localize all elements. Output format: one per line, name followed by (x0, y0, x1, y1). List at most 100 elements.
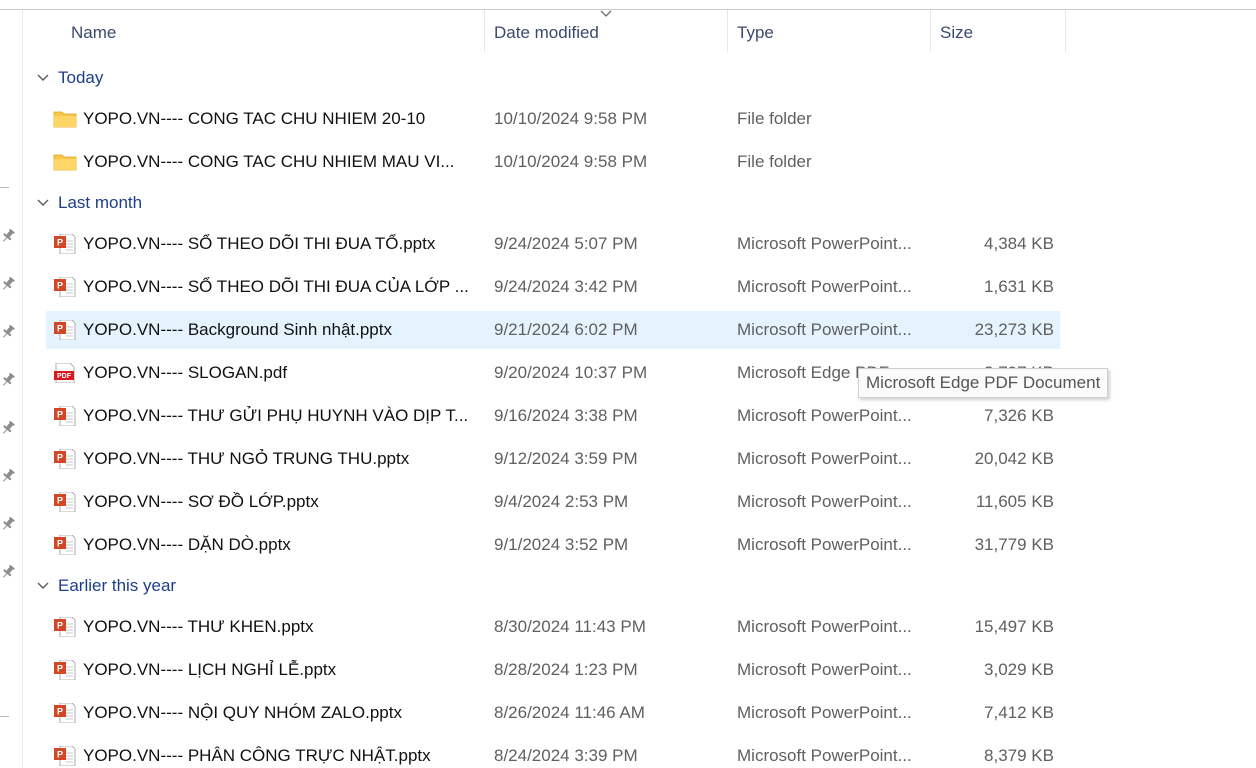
svg-text:P: P (57, 453, 63, 463)
folder-icon (53, 154, 77, 171)
column-header-bar: Name Date modified Type Size (24, 10, 1256, 56)
file-row[interactable]: P YOPO.VN---- DẶN DÒ.pptx 9/1/2024 3:52 PM… (46, 526, 1060, 564)
pptx-file-icon: P (54, 660, 76, 680)
pin-icon[interactable] (0, 468, 16, 484)
file-date-modified: 8/30/2024 11:43 PM (494, 617, 646, 636)
pptx-file-icon: P (54, 535, 76, 555)
navigation-pane-edge (0, 10, 23, 768)
pptx-file-icon: P (54, 617, 76, 637)
svg-text:P: P (57, 238, 63, 248)
file-row[interactable]: P YOPO.VN---- SỔ THEO DÕI THI ĐUA CỦA LỚP… (46, 268, 1060, 306)
file-type: Microsoft PowerPoint... (737, 535, 912, 554)
file-name: YOPO.VN---- LỊCH NGHỈ LỄ.pptx (83, 660, 337, 679)
file-type: Microsoft PowerPoint... (737, 617, 912, 636)
file-type: File folder (737, 109, 812, 128)
file-date-modified: 9/1/2024 3:52 PM (494, 535, 629, 554)
svg-text:P: P (57, 664, 63, 674)
file-type: Microsoft PowerPoint... (737, 746, 912, 765)
file-date-modified: 8/28/2024 1:23 PM (494, 660, 638, 679)
file-row[interactable]: P YOPO.VN---- SƠ ĐỒ LỚP.pptx 9/4/2024 2:53… (46, 483, 1060, 521)
file-name: YOPO.VN---- DẶN DÒ.pptx (83, 535, 291, 554)
file-size (941, 143, 1054, 181)
svg-text:P: P (57, 750, 63, 760)
file-size: 15,497 KB (974, 617, 1054, 636)
file-size: 1,631 KB (984, 277, 1054, 296)
column-header-date-modified[interactable]: Date modified (494, 10, 724, 56)
file-date-modified: 9/24/2024 3:42 PM (494, 277, 638, 296)
column-header-name[interactable]: Name (71, 10, 481, 56)
file-size (941, 100, 1054, 138)
file-row[interactable]: P YOPO.VN---- THƯ KHEN.pptx 8/30/2024 11:4… (46, 608, 1060, 646)
file-date-modified: 9/16/2024 3:38 PM (494, 406, 638, 425)
file-row[interactable]: P YOPO.VN---- THƯ NGỎ TRUNG THU.pptx 9/12/… (46, 440, 1060, 478)
file-type: Microsoft PowerPoint... (737, 660, 912, 679)
pin-icon[interactable] (0, 420, 16, 436)
column-divider[interactable] (484, 10, 485, 52)
file-name: YOPO.VN---- SỔ THEO DÕI THI ĐUA TỔ.pptx (83, 234, 436, 253)
file-date-modified: 9/12/2024 3:59 PM (494, 449, 638, 468)
pptx-file-icon: P (54, 320, 76, 340)
file-row[interactable]: P YOPO.VN---- THƯ GỬI PHỤ HUYNH VÀO DỊP T… (46, 397, 1060, 435)
file-row[interactable]: P YOPO.VN---- LỊCH NGHỈ LỄ.pptx 8/28/2024 … (46, 651, 1060, 689)
file-name: YOPO.VN---- THƯ GỬI PHỤ HUYNH VÀO DỊP T.… (83, 406, 469, 425)
file-row[interactable]: YOPO.VN---- CONG TAC CHU NHIEM 20-10 10/1… (46, 100, 1060, 138)
file-row[interactable]: P YOPO.VN---- NỘI QUY NHÓM ZALO.pptx 8/26/… (46, 694, 1060, 732)
file-type: Microsoft PowerPoint... (737, 234, 912, 253)
file-name: YOPO.VN---- PHÂN CÔNG TRỰC NHẬT.pptx (83, 746, 431, 765)
file-date-modified: 9/21/2024 6:02 PM (494, 320, 638, 339)
file-size: 3,029 KB (984, 660, 1054, 679)
pptx-file-icon: P (54, 449, 76, 469)
pptx-file-icon: P (54, 746, 76, 766)
pin-icon[interactable] (0, 372, 16, 388)
chevron-down-icon[interactable] (36, 581, 50, 591)
chevron-down-icon[interactable] (36, 73, 50, 83)
file-row[interactable]: P YOPO.VN---- Background Sinh nhật.pptx 9/… (46, 311, 1060, 349)
nav-pane-divider (0, 716, 9, 717)
file-row[interactable]: P YOPO.VN---- PHÂN CÔNG TRỰC NHẬT.pptx 8/2… (46, 737, 1060, 768)
pin-icon[interactable] (0, 564, 16, 580)
pptx-file-icon: P (54, 703, 76, 723)
column-divider[interactable] (930, 10, 931, 52)
svg-text:P: P (57, 496, 63, 506)
file-size: 23,273 KB (974, 320, 1054, 339)
column-header-size[interactable]: Size (940, 10, 1060, 56)
svg-text:P: P (57, 621, 63, 631)
file-size: 8,379 KB (984, 746, 1054, 765)
pptx-file-icon: P (54, 406, 76, 426)
svg-text:P: P (57, 410, 63, 420)
file-name: YOPO.VN---- CONG TAC CHU NHIEM MAU VI... (83, 152, 455, 171)
pin-icon[interactable] (0, 516, 16, 532)
file-name: YOPO.VN---- THƯ KHEN.pptx (83, 617, 314, 636)
svg-text:P: P (57, 281, 63, 291)
type-tooltip: Microsoft Edge PDF Document (858, 368, 1109, 398)
file-type: File folder (737, 152, 812, 171)
column-header-type[interactable]: Type (737, 10, 927, 56)
column-divider[interactable] (727, 10, 728, 52)
file-date-modified: 9/24/2024 5:07 PM (494, 234, 638, 253)
file-name: YOPO.VN---- Background Sinh nhật.pptx (83, 320, 392, 339)
file-date-modified: 9/4/2024 2:53 PM (494, 492, 629, 511)
file-type: Microsoft PowerPoint... (737, 406, 912, 425)
pin-icon[interactable] (0, 276, 16, 292)
file-type: Microsoft PowerPoint... (737, 492, 912, 511)
pin-icon[interactable] (0, 324, 16, 340)
file-name: YOPO.VN---- THƯ NGỎ TRUNG THU.pptx (83, 449, 410, 468)
file-date-modified: 8/26/2024 11:46 AM (494, 703, 645, 722)
svg-text:PDF: PDF (57, 373, 72, 380)
column-divider[interactable] (1065, 10, 1066, 52)
file-date-modified: 10/10/2024 9:58 PM (494, 152, 648, 171)
pin-icon[interactable] (0, 228, 16, 244)
file-size: 7,412 KB (984, 703, 1054, 722)
file-type: Microsoft PowerPoint... (737, 277, 912, 296)
pdf-file-icon: PDF (54, 363, 75, 383)
group-label: Today (58, 68, 104, 87)
file-row[interactable]: P YOPO.VN---- SỔ THEO DÕI THI ĐUA TỔ.pptx… (46, 225, 1060, 263)
file-name: YOPO.VN---- CONG TAC CHU NHIEM 20-10 (83, 109, 426, 128)
file-name: YOPO.VN---- SLOGAN.pdf (83, 363, 288, 382)
file-row[interactable]: YOPO.VN---- CONG TAC CHU NHIEM MAU VI...… (46, 143, 1060, 181)
file-type: Microsoft PowerPoint... (737, 703, 912, 722)
file-explorer-details-view: Name Date modified Type Size Today YOPO.V… (0, 0, 1256, 768)
file-size: 4,384 KB (984, 234, 1054, 253)
file-size: 31,779 KB (974, 535, 1054, 554)
chevron-down-icon[interactable] (36, 198, 50, 208)
